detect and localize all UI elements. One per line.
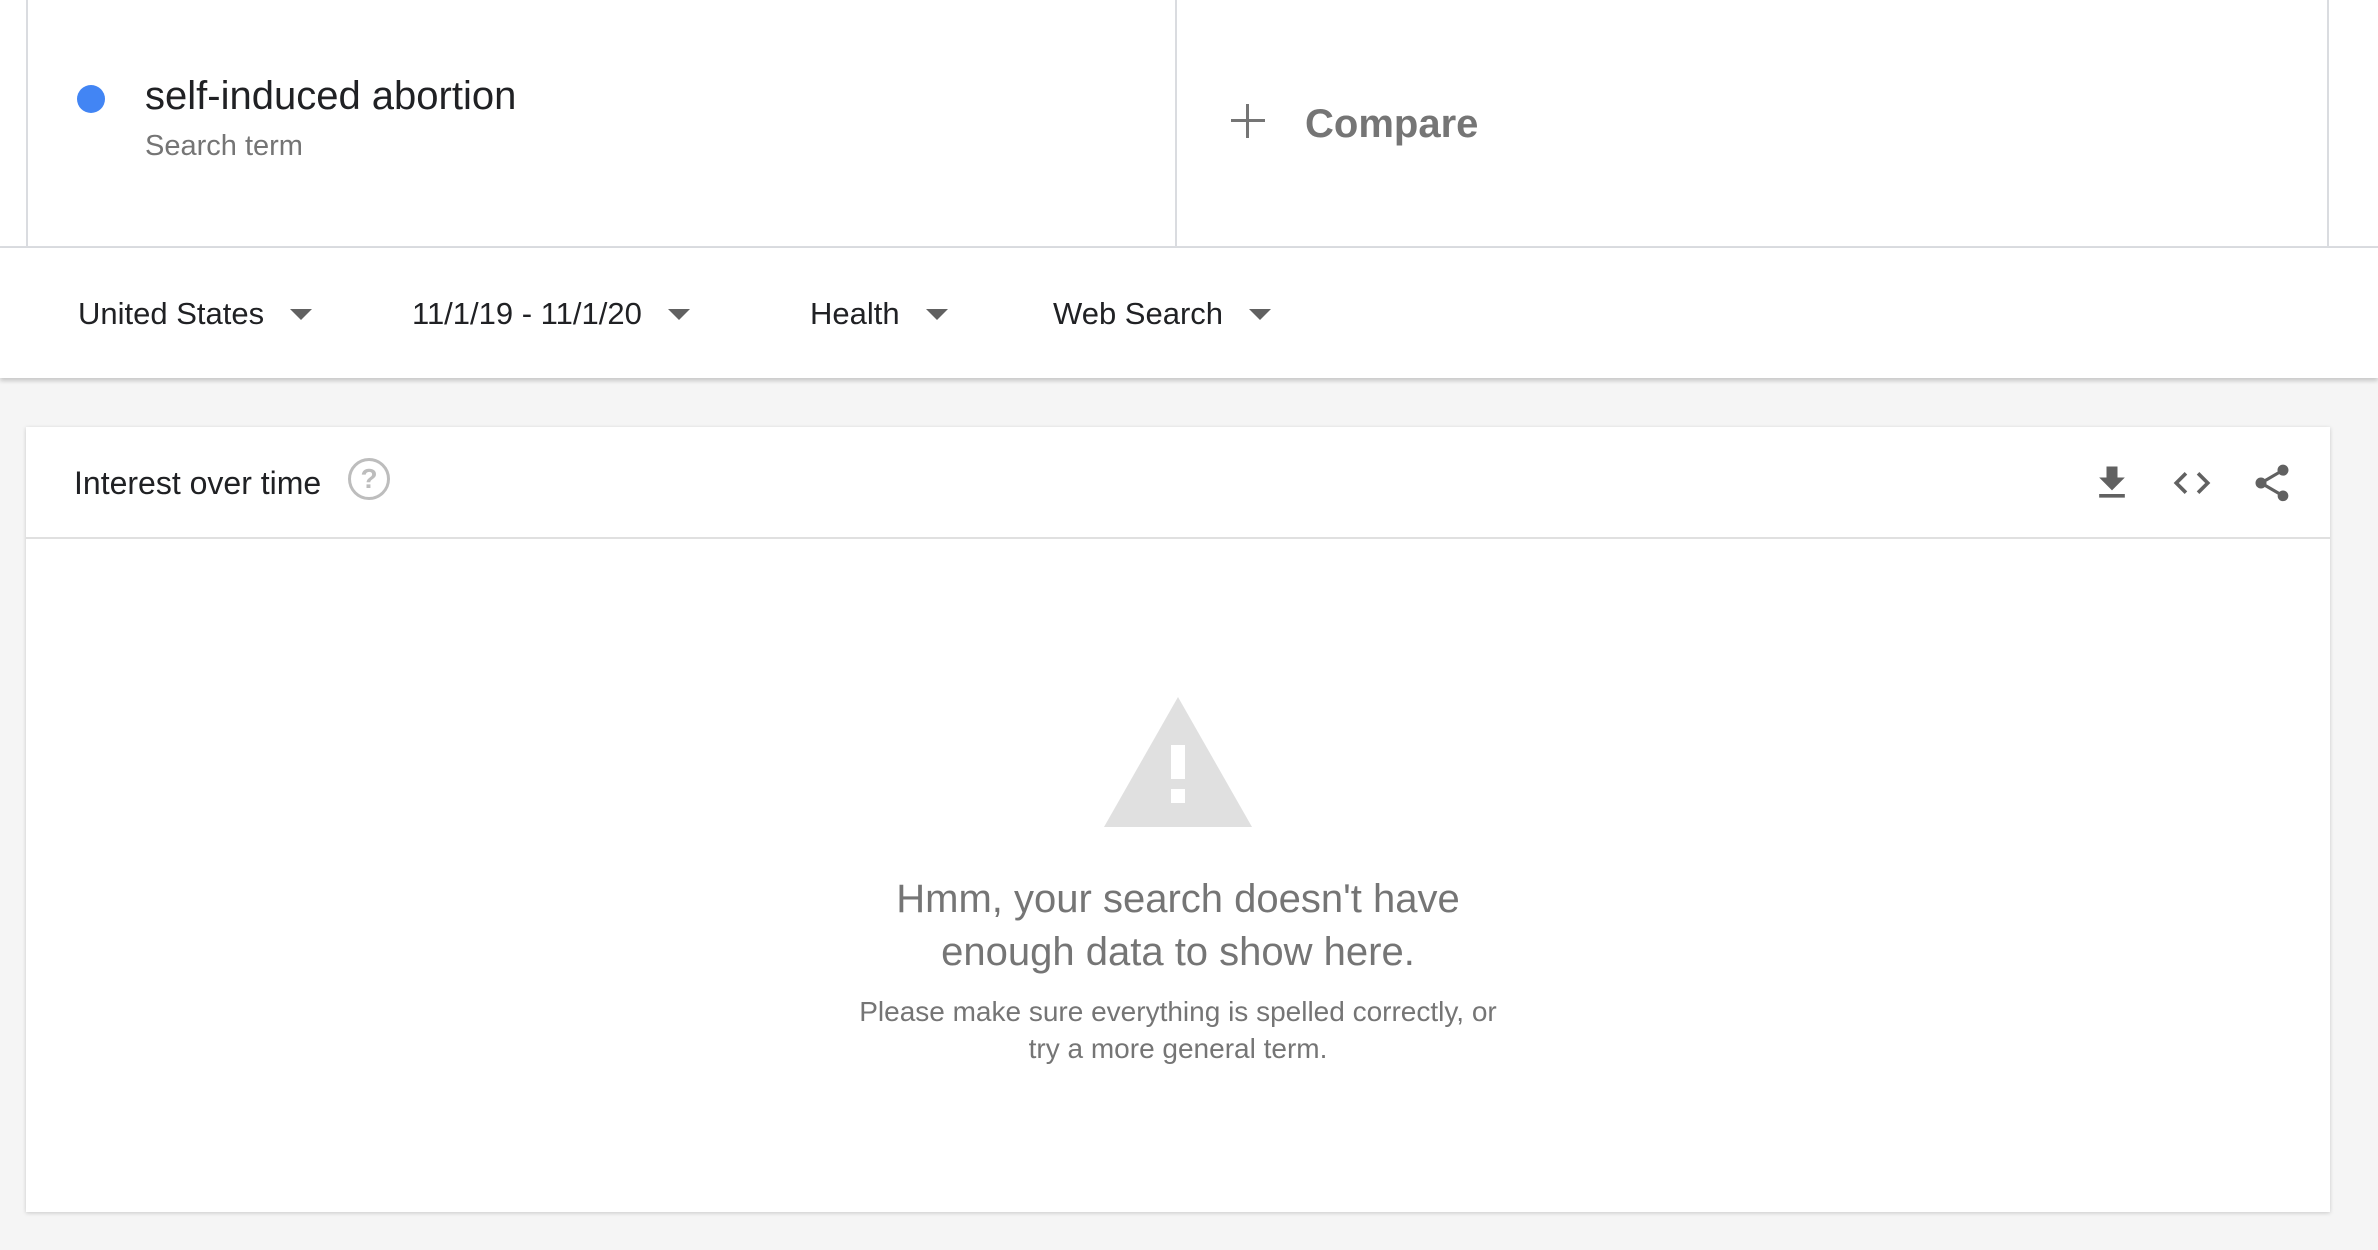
category-filter-dropdown[interactable]: Health bbox=[810, 292, 948, 336]
search-type-filter-label: Web Search bbox=[1053, 296, 1224, 331]
empty-state-message: Hmm, your search doesn't have enough dat… bbox=[26, 873, 2330, 979]
warning-icon bbox=[1104, 697, 1252, 827]
empty-state-hint: Please make sure everything is spelled c… bbox=[26, 993, 2330, 1067]
compare-label: Compare bbox=[1305, 102, 1479, 146]
search-term-card[interactable]: self-induced abortion Search term bbox=[26, 0, 1177, 248]
search-term-bar: self-induced abortion Search term Compar… bbox=[0, 0, 2378, 248]
card-header: Interest over time ? bbox=[26, 427, 2330, 539]
category-filter-label: Health bbox=[810, 296, 900, 331]
card-title: Interest over time bbox=[74, 465, 322, 501]
date-range-filter-dropdown[interactable]: 11/1/19 - 11/1/20 bbox=[412, 292, 690, 336]
empty-state-title-line: enough data to show here. bbox=[941, 930, 1415, 974]
empty-state-hint-line: Please make sure everything is spelled c… bbox=[859, 996, 1497, 1027]
search-type-filter-dropdown[interactable]: Web Search bbox=[1053, 292, 1272, 336]
caret-down-icon bbox=[667, 308, 690, 320]
embed-code-icon[interactable] bbox=[2170, 461, 2214, 505]
caret-down-icon bbox=[925, 308, 948, 320]
share-icon[interactable] bbox=[2250, 461, 2294, 505]
term-color-dot bbox=[77, 85, 105, 113]
region-filter-dropdown[interactable]: United States bbox=[78, 292, 313, 336]
empty-state-title-line: Hmm, your search doesn't have bbox=[896, 877, 1460, 921]
compare-button[interactable]: Compare bbox=[1177, 0, 2329, 248]
plus-icon bbox=[1231, 104, 1265, 138]
region-filter-label: United States bbox=[78, 296, 265, 331]
search-term-type: Search term bbox=[145, 130, 303, 162]
help-icon[interactable]: ? bbox=[348, 458, 390, 500]
empty-state-hint-line: try a more general term. bbox=[1028, 1033, 1328, 1064]
caret-down-icon bbox=[290, 308, 313, 320]
date-range-filter-label: 11/1/19 - 11/1/20 bbox=[412, 296, 642, 331]
interest-over-time-card: Interest over time ? Hmm, your search do… bbox=[26, 427, 2330, 1212]
search-term-name[interactable]: self-induced abortion bbox=[145, 74, 516, 119]
filter-bar: United States 11/1/19 - 11/1/20 Health W… bbox=[0, 248, 2378, 378]
caret-down-icon bbox=[1249, 308, 1272, 320]
download-icon[interactable] bbox=[2090, 461, 2134, 505]
